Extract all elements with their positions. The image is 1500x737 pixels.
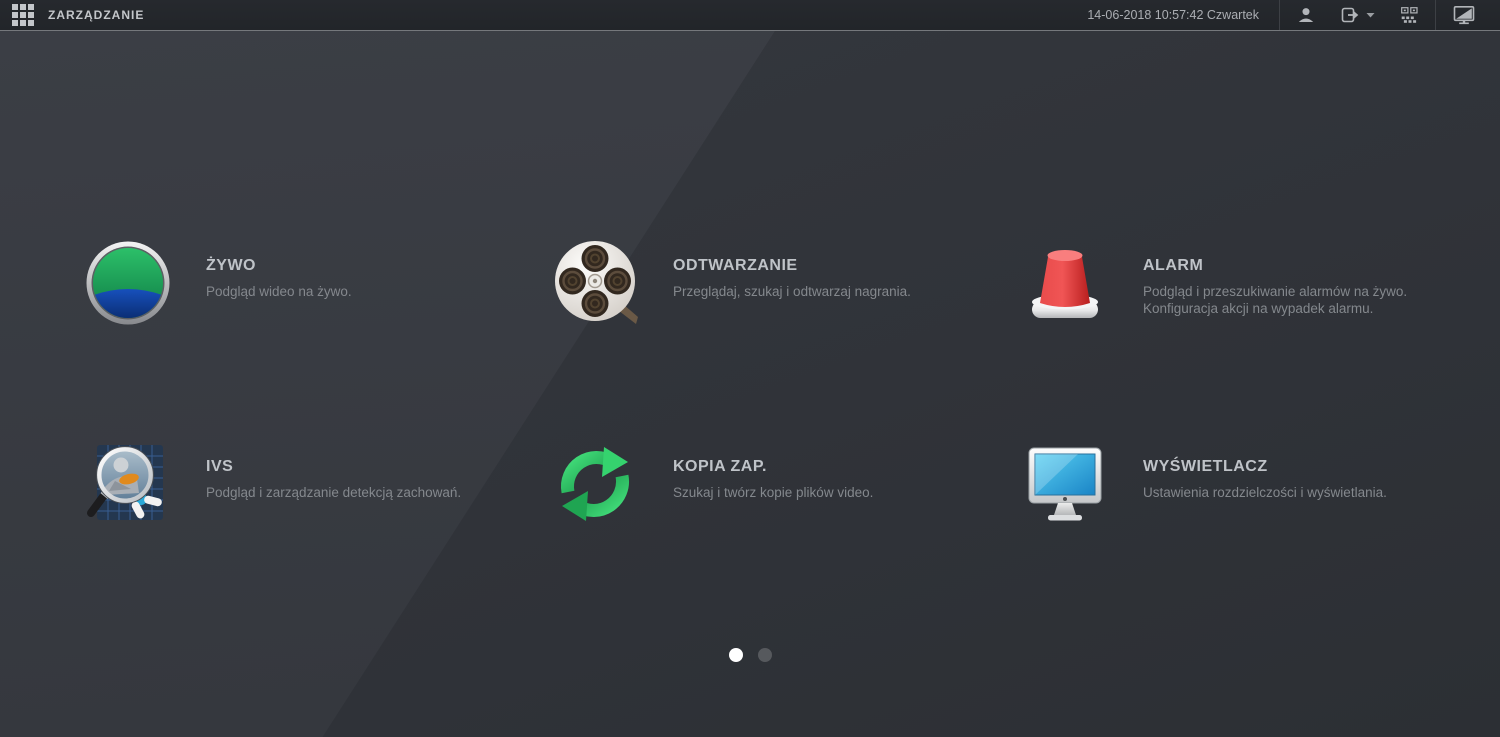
menu-title-backup: KOPIA ZAP. — [673, 458, 767, 475]
menu-desc-backup: Szukaj i twórz kopie plików video. — [673, 485, 874, 500]
user-icon — [1298, 8, 1314, 22]
live-view-icon — [86, 241, 170, 325]
menu-title-alarm: ALARM — [1143, 257, 1204, 274]
chevron-down-icon — [1366, 13, 1375, 18]
menu-desc-live: Podgląd wideo na żywo. — [206, 284, 352, 299]
page-dot-1[interactable] — [728, 648, 743, 662]
logout-button[interactable] — [1328, 0, 1388, 30]
menu-desc-playback: Przeglądaj, szukaj i odtwarzaj nagrania. — [673, 284, 911, 299]
menu-title-live: ŻYWO — [206, 257, 256, 274]
menu-desc-alarm-line1: Podgląd i przeszukiwanie alarmów na żywo… — [1143, 284, 1408, 299]
menu-title-playback: ODTWARZANIE — [673, 257, 798, 274]
menu-desc-ivs: Podgląd i zarządzanie detekcją zachowań. — [206, 485, 462, 500]
page-dot-2[interactable] — [757, 648, 772, 662]
apps-grid-icon[interactable] — [12, 4, 34, 26]
backup-sync-icon — [561, 447, 629, 521]
datetime-display: 14-06-2018 10:57:42 Czwartek — [1087, 8, 1259, 22]
page-title: ZARZĄDZANIE — [48, 8, 145, 22]
qr-code-icon — [1401, 6, 1418, 23]
menu-title-ivs: IVS — [206, 458, 234, 475]
display-monitor-icon — [1028, 447, 1102, 521]
menu-desc-display: Ustawienia rozdzielczości i wyświetlania… — [1143, 485, 1387, 500]
logout-icon — [1341, 7, 1359, 23]
divider — [1435, 0, 1436, 30]
page-indicator — [0, 648, 1500, 662]
menu-item-backup[interactable]: KOPIA ZAP. Szukaj i twórz kopie plików v… — [552, 441, 982, 527]
display-switch-icon — [1453, 5, 1475, 25]
menu-item-display[interactable]: WYŚWIETLACZ Ustawienia rozdzielczości i … — [1022, 441, 1452, 527]
user-button[interactable] — [1284, 0, 1328, 30]
menu-item-live[interactable]: ŻYWO Podgląd wideo na żywo. — [85, 240, 515, 326]
alarm-siren-icon — [1032, 250, 1098, 318]
menu-item-ivs[interactable]: IVS Podgląd i zarządzanie detekcją zacho… — [85, 441, 515, 527]
display-switch-button[interactable] — [1440, 0, 1488, 30]
menu-item-alarm[interactable]: ALARM Podgląd i przeszukiwanie alarmów n… — [1022, 240, 1452, 326]
menu-item-playback[interactable]: ODTWARZANIE Przeglądaj, szukaj i odtwarz… — [552, 240, 982, 326]
divider — [1279, 0, 1280, 30]
playback-reel-icon — [555, 241, 638, 324]
ivs-search-icon — [87, 445, 163, 520]
top-bar: ZARZĄDZANIE 14-06-2018 10:57:42 Czwartek — [0, 0, 1500, 31]
qr-code-button[interactable] — [1388, 0, 1431, 30]
background-diagonal-band — [0, 30, 776, 737]
menu-title-display: WYŚWIETLACZ — [1143, 458, 1268, 475]
menu-desc-alarm-line2: Konfiguracja akcji na wypadek alarmu. — [1143, 301, 1374, 316]
